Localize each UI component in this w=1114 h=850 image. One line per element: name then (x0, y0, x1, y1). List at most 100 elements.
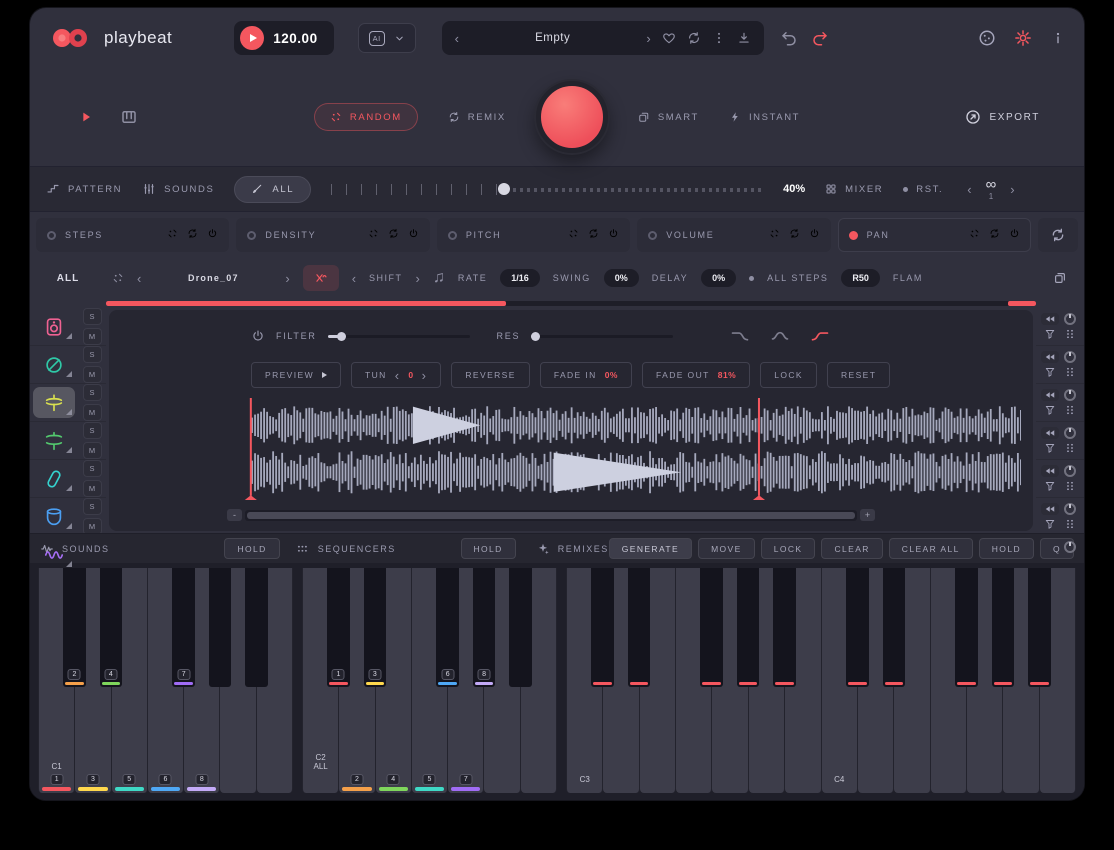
power-icon[interactable] (608, 226, 619, 244)
black-key[interactable] (773, 568, 796, 687)
mute-button[interactable]: M (83, 442, 102, 459)
black-key[interactable] (737, 568, 760, 687)
black-key[interactable]: 3 (364, 568, 387, 687)
track-knob[interactable] (1062, 503, 1080, 515)
tab-volume[interactable]: VOLUME (637, 218, 830, 252)
redo-button[interactable] (811, 29, 829, 47)
track-drag-handle[interactable] (1062, 518, 1080, 530)
black-key[interactable] (591, 568, 614, 687)
dice-icon[interactable] (368, 226, 379, 244)
black-key[interactable] (1028, 568, 1051, 687)
resonance-slider[interactable] (531, 335, 673, 338)
pattern-progress-bar[interactable] (106, 301, 1036, 306)
black-key[interactable]: 2 (63, 568, 86, 687)
track-knob[interactable] (1062, 465, 1080, 477)
mixer-button[interactable]: MIXER (825, 183, 883, 195)
power-icon[interactable] (809, 226, 820, 244)
tab-pitch[interactable]: PITCH (437, 218, 630, 252)
track-drag-handle[interactable] (1062, 328, 1080, 340)
prev-sample-button[interactable]: ‹ (137, 272, 141, 285)
solo-button[interactable]: S (83, 384, 102, 401)
track-filter-button[interactable] (1041, 404, 1059, 416)
bpm-display[interactable]: 120.00 (234, 21, 333, 55)
undo-button[interactable] (780, 29, 798, 47)
track-filter-button[interactable] (1041, 366, 1059, 378)
notes-icon[interactable]: ♫ (433, 269, 445, 287)
favorite-icon[interactable] (662, 31, 676, 45)
track-filter-button[interactable] (1041, 442, 1059, 454)
chevron-left-icon[interactable]: ‹ (455, 32, 459, 45)
black-key[interactable] (955, 568, 978, 687)
track-select-button[interactable] (33, 387, 75, 418)
track-rewind-button[interactable] (1041, 503, 1059, 515)
reset-sample-button[interactable]: RESET (827, 362, 890, 388)
black-key[interactable] (245, 568, 268, 687)
black-key[interactable]: 8 (473, 568, 496, 687)
black-key[interactable] (509, 568, 532, 687)
solo-button[interactable]: S (83, 346, 102, 363)
flam-label[interactable]: FLAM (893, 273, 923, 283)
track-rewind-button[interactable] (1041, 313, 1059, 325)
solo-button[interactable]: S (83, 308, 102, 325)
generate-button[interactable]: GENERATE (609, 538, 692, 559)
sync-button[interactable] (1038, 218, 1078, 252)
generate-big-button[interactable] (536, 81, 608, 153)
preview-button[interactable]: PREVIEW (251, 362, 341, 388)
clear-all-button[interactable]: CLEAR ALL (889, 538, 973, 559)
black-key[interactable] (883, 568, 906, 687)
tab-density[interactable]: DENSITY (236, 218, 429, 252)
settings-gear-icon[interactable] (1014, 29, 1032, 47)
all-steps-scope-label[interactable]: ALL (30, 273, 106, 284)
waveform-display[interactable] (227, 398, 1021, 501)
tab-sounds[interactable]: SOUNDS (142, 182, 214, 196)
fade-in-control[interactable]: FADE IN 0% (540, 362, 632, 388)
power-icon[interactable] (408, 226, 419, 244)
solo-button[interactable]: S (83, 498, 102, 515)
tune-control[interactable]: TUN ‹ 0 › (351, 362, 441, 388)
track-select-button[interactable] (33, 463, 75, 494)
black-key[interactable] (992, 568, 1015, 687)
black-key[interactable]: 4 (100, 568, 123, 687)
track-drag-handle[interactable] (1062, 442, 1080, 454)
tune-down-button[interactable]: ‹ (395, 369, 401, 382)
play-icon[interactable] (78, 109, 94, 125)
tab-steps[interactable]: STEPS (36, 218, 229, 252)
random-mode-button[interactable]: RANDOM (314, 103, 418, 131)
variation-slider[interactable] (331, 181, 763, 198)
save-preset-icon[interactable] (737, 31, 751, 45)
filter-cutoff-slider[interactable] (328, 335, 470, 338)
lock-button[interactable]: LOCK (761, 538, 816, 559)
track-filter-button[interactable] (1041, 328, 1059, 340)
track-select-button[interactable] (33, 349, 75, 380)
track-select-button[interactable] (33, 425, 75, 456)
filter-power-icon[interactable] (251, 329, 265, 343)
hold-button[interactable]: HOLD (979, 538, 1034, 559)
track-knob[interactable] (1062, 427, 1080, 439)
chevron-right-icon[interactable]: › (646, 32, 650, 45)
mute-button[interactable]: M (83, 404, 102, 421)
black-key[interactable]: 1 (327, 568, 350, 687)
track-rewind-button[interactable] (1041, 465, 1059, 477)
black-key[interactable] (628, 568, 651, 687)
shift-left-button[interactable]: ‹ (352, 272, 356, 285)
preset-menu-icon[interactable] (712, 31, 726, 45)
choke-mode-button[interactable] (303, 265, 339, 291)
tune-up-button[interactable]: › (422, 369, 428, 382)
zoom-in-button[interactable]: + (860, 509, 875, 521)
shift-right-button[interactable]: › (416, 272, 420, 285)
track-knob[interactable] (1062, 313, 1080, 325)
track-select-button[interactable] (33, 311, 75, 342)
dice-icon[interactable] (167, 226, 178, 244)
next-sample-button[interactable]: › (285, 272, 289, 285)
track-filter-button[interactable] (1041, 518, 1059, 530)
globe-icon[interactable] (978, 29, 996, 47)
track-drag-handle[interactable] (1062, 480, 1080, 492)
transport-play-button[interactable] (240, 26, 264, 50)
smart-mode-button[interactable]: SMART (638, 111, 699, 123)
loop-icon[interactable] (989, 226, 1000, 244)
all-tracks-button[interactable]: ALL (234, 176, 311, 203)
move-button[interactable]: MOVE (698, 538, 755, 559)
sample-name[interactable]: Drone_07 (154, 273, 272, 283)
reverse-button[interactable]: REVERSE (451, 362, 529, 388)
black-key[interactable]: 7 (172, 568, 195, 687)
